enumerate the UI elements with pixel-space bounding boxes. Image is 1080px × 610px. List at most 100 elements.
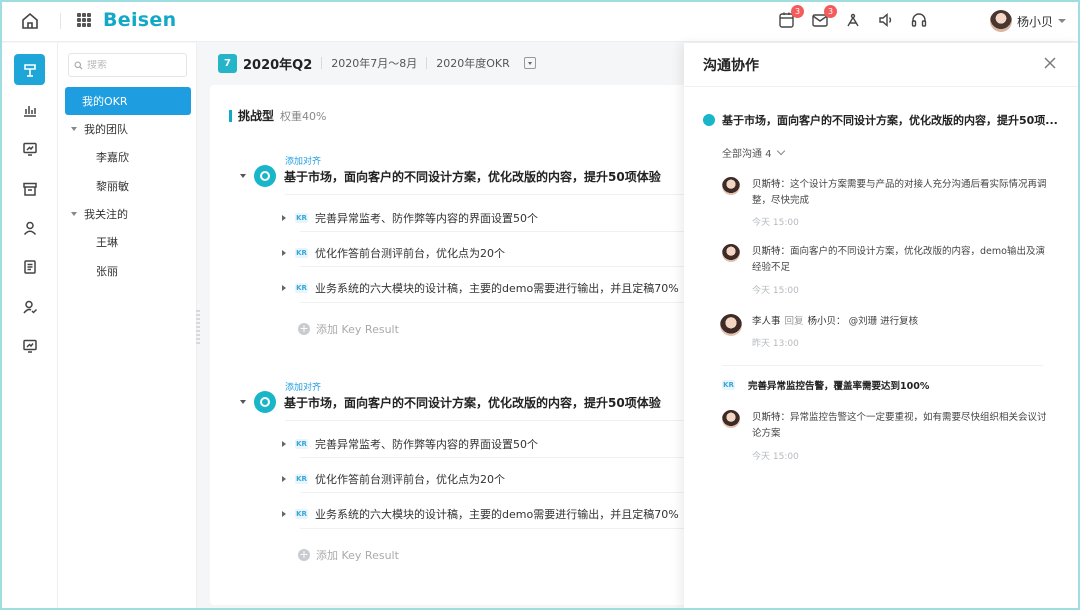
divider <box>321 57 323 69</box>
divider <box>684 86 1080 87</box>
comment-time: 今天 15:00 <box>752 452 799 462</box>
rail-item-analytics[interactable] <box>14 94 45 125</box>
rail-item-dashboard[interactable] <box>14 330 45 361</box>
key-result-text: 完善异常监考、防作弊等内容的界面设置50个 <box>315 438 538 451</box>
section-header: 挑战型 权重40% <box>229 107 326 124</box>
expand-icon[interactable] <box>71 127 77 131</box>
divider <box>300 492 690 493</box>
chevron-down-icon <box>776 146 785 156</box>
user-icon <box>23 221 36 235</box>
tree-item-member[interactable]: 张丽 <box>65 257 191 285</box>
comment-time: 今天 15:00 <box>752 218 799 228</box>
collapse-icon[interactable] <box>240 400 246 404</box>
key-result-row[interactable]: KR 优化作答前台测评前台，优化点为20个 <box>282 244 505 262</box>
avatar <box>990 10 1012 32</box>
chevron-down-icon <box>527 61 532 65</box>
cycle-dropdown-button[interactable] <box>523 57 536 69</box>
period-bar: 7 2020年Q2 2020年7月～8月 2020年度OKR <box>218 52 536 74</box>
okr-tree-sidebar: 我的OKR 我的团队 李嘉欣 黎丽敏 我关注的 王琳 张丽 <box>58 43 197 610</box>
objective-row[interactable]: 基于市场，面向客户的不同设计方案，优化改版的内容，提升50项体验 <box>240 164 661 188</box>
collapse-icon[interactable] <box>240 174 246 178</box>
rail-item-archive[interactable] <box>14 173 45 204</box>
comment-text: 异常监控告警这个一定要重视，如有需要尽快组织相关会议讨论方案 <box>752 412 1047 439</box>
target-icon <box>254 391 276 413</box>
comment-filter-dropdown[interactable]: 全部沟通 4 <box>722 145 785 160</box>
target-icon <box>254 165 276 187</box>
tree-item-followed[interactable]: 我关注的 <box>65 200 191 228</box>
expand-icon[interactable] <box>282 215 286 221</box>
rail-item-review[interactable] <box>14 291 45 322</box>
panel-kr-title: 完善异常监控告警，覆盖率需要达到100% <box>748 381 930 392</box>
calendar-button[interactable]: 3 <box>778 5 804 31</box>
tree-item-member[interactable]: 李嘉欣 <box>65 143 191 171</box>
share-button[interactable] <box>844 11 864 31</box>
communication-panel: 沟通协作 基于市场，面向客户的不同设计方案，优化改版的内容，提升50项... 全… <box>684 43 1080 610</box>
brand-logo[interactable]: Beisen <box>103 9 176 31</box>
tree-item-my-okr[interactable]: 我的OKR <box>65 87 191 115</box>
key-result-row[interactable]: KR 优化作答前台测评前台，优化点为20个 <box>282 470 505 488</box>
add-key-result-button[interactable]: + 添加 Key Result <box>298 547 399 563</box>
okr-card: 挑战型 权重40% 添加对齐 基于市场，面向客户的不同设计方案，优化改版的内容，… <box>210 85 690 605</box>
key-result-row[interactable]: KR 完善异常监考、防作弊等内容的界面设置50个 <box>282 209 538 227</box>
tree-item-label: 我的团队 <box>84 123 128 136</box>
period-title: 2020年Q2 <box>243 57 313 73</box>
rail-item-okr[interactable] <box>14 54 45 85</box>
speaker-icon <box>879 12 892 28</box>
reply-target: 杨小贝： <box>807 316 846 327</box>
comment-body: 贝斯特：面向客户的不同设计方案，优化改版的内容，demo输出及演经验不足 <box>752 244 1052 276</box>
speaker-button[interactable] <box>877 11 897 31</box>
chevron-down-icon <box>1058 19 1067 23</box>
apps-grid-icon[interactable] <box>77 13 91 27</box>
expand-icon[interactable] <box>282 250 286 256</box>
close-icon[interactable] <box>1043 56 1057 70</box>
presentation-icon <box>22 142 37 156</box>
top-bar: Beisen 3 3 杨小贝 <box>0 0 1080 42</box>
expand-icon[interactable] <box>282 476 286 482</box>
expand-icon[interactable] <box>71 212 77 216</box>
kr-badge: KR <box>722 380 735 390</box>
user-check-icon <box>22 300 37 314</box>
avatar <box>722 177 740 195</box>
plus-icon: + <box>298 322 310 335</box>
tree-item-label: 黎丽敏 <box>96 180 129 193</box>
objective-row[interactable]: 基于市场，面向客户的不同设计方案，优化改版的内容，提升50项体验 <box>240 390 661 414</box>
rail-item-reports[interactable] <box>14 133 45 164</box>
key-result-row[interactable]: KR 完善异常监考、防作弊等内容的界面设置50个 <box>282 435 538 453</box>
monitor-icon <box>22 339 37 353</box>
rail-item-documents[interactable] <box>14 251 45 282</box>
expand-icon[interactable] <box>282 511 286 517</box>
objective-title: 基于市场，面向客户的不同设计方案，优化改版的内容，提升50项体验 <box>284 169 661 184</box>
rail-item-people[interactable] <box>14 212 45 243</box>
headset-button[interactable] <box>910 11 930 31</box>
add-key-result-button[interactable]: + 添加 Key Result <box>298 321 399 337</box>
document-icon <box>23 259 36 274</box>
flag-icon <box>23 63 36 77</box>
tree-item-my-team[interactable]: 我的团队 <box>65 115 191 143</box>
comment-time: 昨天 13:00 <box>752 339 799 349</box>
comment-author: 贝斯特： <box>752 246 791 257</box>
key-result-row[interactable]: KR 业务系统的六大模块的设计稿，主要的demo需要进行输出，并且定稿70% <box>282 279 679 297</box>
period-range: 2020年7月～8月 <box>331 57 418 70</box>
search-box[interactable] <box>68 53 187 77</box>
mail-button[interactable]: 3 <box>811 5 837 31</box>
section-weight: 权重40% <box>280 109 327 123</box>
divider <box>285 420 690 421</box>
expand-icon[interactable] <box>282 441 286 447</box>
search-icon <box>74 60 83 70</box>
comment-text: 面向客户的不同设计方案，优化改版的内容，demo输出及演经验不足 <box>752 246 1045 273</box>
search-input[interactable] <box>87 59 177 71</box>
section-accent <box>229 109 232 122</box>
user-menu[interactable]: 杨小贝 <box>990 10 1067 32</box>
icon-rail <box>0 43 58 610</box>
comment-body: 贝斯特：异常监控告警这个一定要重视，如有需要尽快组织相关会议讨论方案 <box>752 410 1052 442</box>
avatar <box>722 244 740 262</box>
comment-author: 贝斯特： <box>752 412 791 423</box>
kr-badge: KR <box>295 474 308 484</box>
tree-item-member[interactable]: 王琳 <box>65 228 191 256</box>
key-result-text: 优化作答前台测评前台，优化点为20个 <box>315 247 505 260</box>
tree-item-member[interactable]: 黎丽敏 <box>65 172 191 200</box>
expand-icon[interactable] <box>282 285 286 291</box>
home-icon[interactable] <box>20 11 40 31</box>
key-result-text: 业务系统的六大模块的设计稿，主要的demo需要进行输出，并且定稿70% <box>315 282 679 295</box>
key-result-row[interactable]: KR 业务系统的六大模块的设计稿，主要的demo需要进行输出，并且定稿70% <box>282 505 679 523</box>
